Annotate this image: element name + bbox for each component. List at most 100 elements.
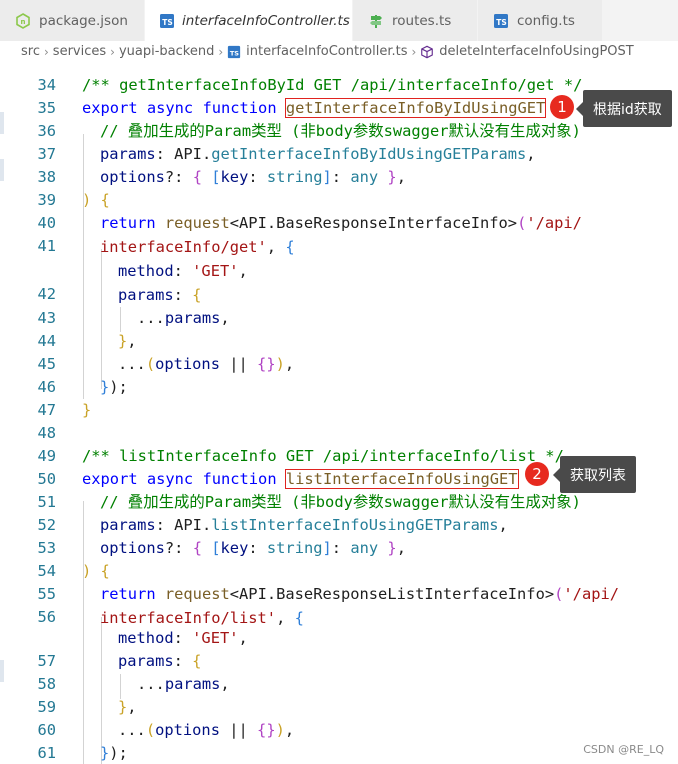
- code-identifier: params: [118, 286, 174, 304]
- svg-text:TS: TS: [162, 18, 173, 27]
- code-bracket: {}: [257, 721, 276, 739]
- tab-config-ts[interactable]: TS config.ts: [478, 0, 603, 41]
- code-identifier: options: [155, 355, 220, 373]
- code-bracket: }: [82, 401, 92, 419]
- code-line: 41 return request<API.BaseResponseInterf…: [0, 212, 678, 255]
- code-type: any: [350, 539, 379, 557]
- code-punct: ...: [118, 355, 146, 373]
- code-punct: ,: [498, 516, 508, 534]
- code-line: 38 params: API.getInterfaceInfoByIdUsing…: [0, 143, 678, 186]
- tab-interfaceinfocontroller-ts[interactable]: TS interfaceInfoController.ts ×: [145, 0, 374, 41]
- code-punct: ,: [396, 168, 406, 186]
- code-type: BaseResponseInterfaceInfo: [276, 214, 508, 232]
- code-punct: ||: [219, 355, 258, 373]
- code-punct: ?:: [164, 168, 193, 186]
- code-bracket: }: [118, 698, 128, 716]
- code-bracket: }: [118, 332, 128, 350]
- code-punct: ,: [266, 238, 286, 256]
- code-bracket: {: [192, 286, 202, 304]
- code-bracket: {}: [257, 355, 276, 373]
- tab-routes-ts[interactable]: routes.ts: [353, 0, 478, 41]
- code-identifier: key: [220, 168, 249, 186]
- code-line: 52 // 叠加生成的Param类型 (非body参数swagger默认没有生成…: [0, 491, 678, 534]
- code-bracket: (: [554, 585, 564, 603]
- code-punct: ...: [137, 309, 165, 327]
- code-bracket: {: [91, 191, 110, 209]
- code-identifier: options: [100, 539, 165, 557]
- code-punct: ?:: [164, 539, 193, 557]
- code-keyword: return: [100, 214, 156, 232]
- typescript-icon: TS: [159, 12, 175, 30]
- code-comment: // 叠加生成的Param类型 (非body参数swagger默认没有生成对象): [100, 493, 581, 511]
- tab-package-json[interactable]: n package.json: [0, 0, 145, 41]
- code-punct: ,: [526, 145, 536, 163]
- code-bracket: (: [517, 214, 527, 232]
- code-bracket: }: [387, 168, 397, 186]
- code-punct: );: [109, 744, 128, 762]
- code-bracket: {: [294, 609, 304, 627]
- code-punct: ,: [238, 629, 248, 647]
- code-line: 58 params: {: [0, 650, 678, 693]
- code-editor[interactable]: 34 35 /** getInterfaceInfoById GET /api/…: [0, 62, 678, 764]
- code-type: any: [350, 168, 379, 186]
- code-punct: : API.: [155, 516, 212, 534]
- code-bracket: }: [387, 539, 397, 557]
- code-bracket: }: [100, 378, 110, 396]
- code-punct: [202, 168, 211, 186]
- code-line: 34: [0, 51, 678, 94]
- code-identifier: method: [118, 629, 174, 647]
- code-bracket: (: [145, 355, 156, 373]
- code-line: 62 });: [0, 742, 678, 764]
- code-punct: >: [544, 585, 555, 603]
- code-identifier: params: [100, 145, 156, 163]
- code-function: request: [155, 585, 230, 603]
- code-line: 57 method: 'GET',: [0, 627, 678, 670]
- code-keyword: return: [100, 585, 156, 603]
- code-punct: ...: [137, 675, 165, 693]
- code-identifier: method: [118, 262, 174, 280]
- code-bracket: [: [211, 539, 221, 557]
- typescript-icon: TS: [492, 12, 510, 30]
- code-punct: <: [229, 585, 240, 603]
- code-line: 61 ...(options || {}),: [0, 719, 678, 762]
- code-string: '/api/: [526, 214, 582, 232]
- code-comment: /** listInterfaceInfo GET /api/interface…: [82, 447, 564, 465]
- code-identifier: options: [155, 721, 220, 739]
- code-punct: <: [229, 214, 240, 232]
- editor-tab-bar: n package.json TS interfaceInfoControlle…: [0, 0, 678, 41]
- code-identifier: API: [239, 585, 267, 603]
- code-string: interfaceInfo/list': [100, 609, 277, 627]
- code-type: BaseResponseListInterfaceInfo: [276, 585, 545, 603]
- code-line-wrapped: interfaceInfo/get', {: [0, 236, 678, 259]
- code-bracket: {: [91, 562, 110, 580]
- tab-label: routes.ts: [392, 12, 452, 29]
- code-punct: :: [173, 629, 193, 647]
- annotation-tooltip-2: 获取列表: [553, 456, 636, 493]
- code-line: 40 ) {: [0, 189, 678, 232]
- code-identifier: params: [118, 652, 174, 670]
- code-comment: // 叠加生成的Param类型 (非body参数swagger默认没有生成对象): [100, 122, 581, 140]
- code-line: 48 }: [0, 399, 678, 442]
- code-identifier: params: [100, 516, 156, 534]
- code-line: 39 options?: { [key: string]: any },: [0, 166, 678, 209]
- code-punct: :: [248, 168, 267, 186]
- code-line: 56 return request<API.BaseResponseListIn…: [0, 583, 678, 626]
- code-identifier: API: [239, 214, 267, 232]
- code-punct: ,: [396, 539, 406, 557]
- code-punct: .: [266, 585, 277, 603]
- code-punct: ,: [127, 332, 137, 350]
- code-punct: >: [507, 214, 518, 232]
- code-line: 49: [0, 422, 678, 465]
- code-line: 43 params: {: [0, 284, 678, 327]
- code-line: 44 ...params,: [0, 307, 678, 350]
- code-identifier: params: [164, 675, 221, 693]
- code-type: listInterfaceInfoUsingGETParams: [211, 516, 499, 534]
- code-punct: ,: [284, 355, 295, 373]
- code-identifier: params: [164, 309, 221, 327]
- annotation-badge-2: 2: [525, 462, 549, 486]
- code-punct: :: [173, 652, 193, 670]
- code-type: string: [266, 168, 323, 186]
- routes-icon: [367, 12, 385, 30]
- highlighted-function-name: listInterfaceInfoUsingGET: [284, 469, 519, 489]
- code-string: '/api/: [563, 585, 620, 603]
